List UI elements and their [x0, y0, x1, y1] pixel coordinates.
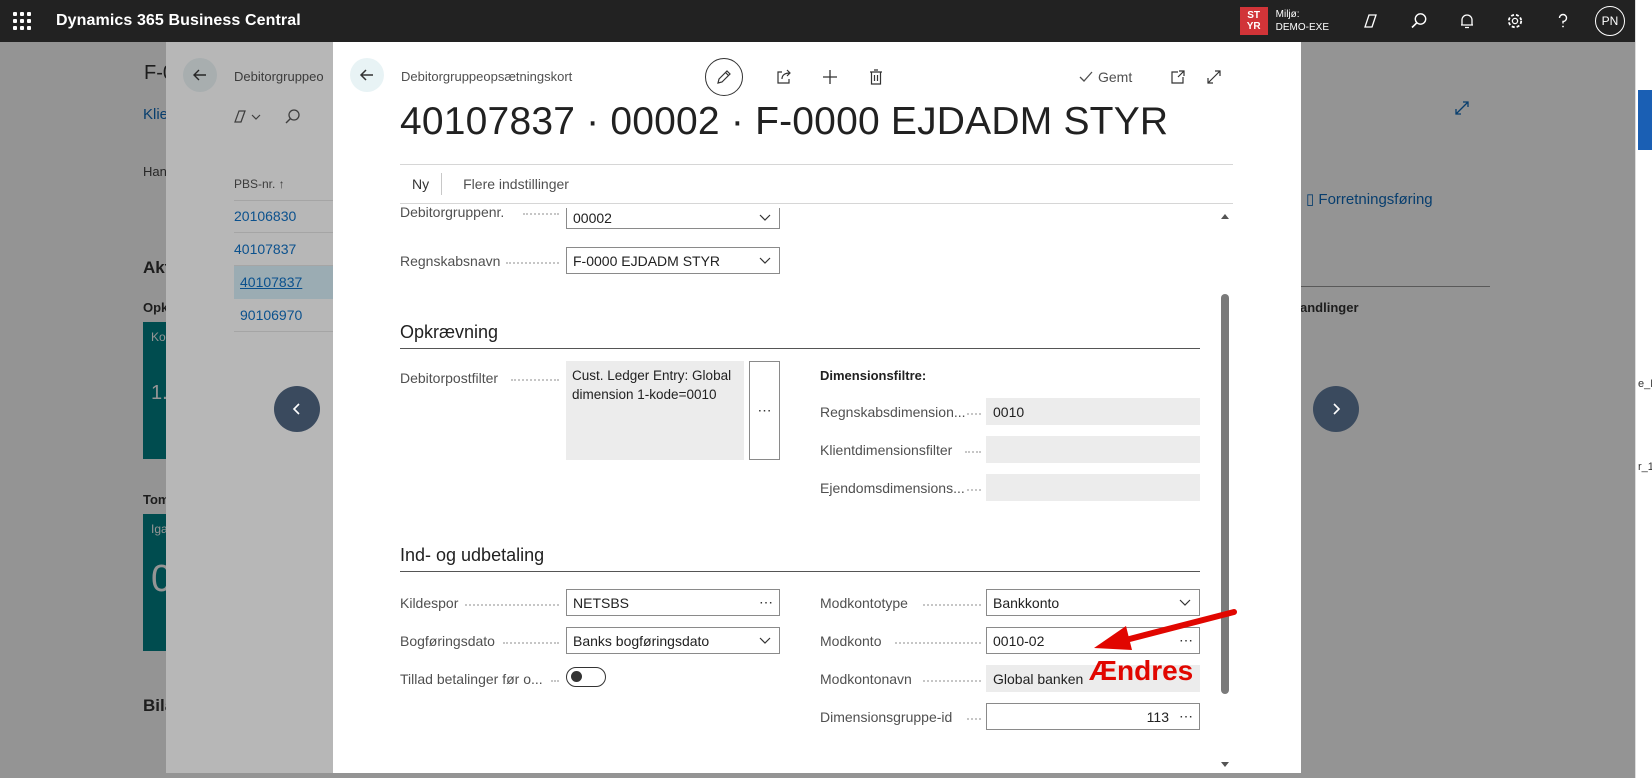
back-button[interactable] — [350, 58, 384, 92]
copilot-button[interactable] — [1347, 0, 1395, 42]
checkmark-icon — [1079, 71, 1093, 82]
page-title: 40107837 · 00002 · F-0000 EJDADM STYR — [400, 100, 1169, 143]
ellipsis-icon: ⋯ — [757, 402, 772, 418]
app-title[interactable]: Dynamics 365 Business Central — [56, 12, 301, 30]
open-in-new-window-icon — [1171, 70, 1185, 84]
section-ind-udbetaling[interactable]: Ind- og udbetaling — [400, 545, 1200, 572]
regnskabsdim-label: Regnskabsdimension... — [820, 404, 966, 420]
plus-icon — [823, 70, 837, 84]
debitorpostfilter-field[interactable]: Cust. Ledger Entry: Global dimension 1-k… — [566, 361, 744, 460]
saved-status: Gemt — [1078, 69, 1132, 85]
ejendomsdim-label: Ejendomsdimensions... — [820, 480, 965, 496]
debitorgruppenr-label: Debitorgruppenr. — [400, 204, 505, 220]
bell-icon — [1461, 14, 1473, 29]
edit-button[interactable] — [705, 58, 743, 96]
new-button[interactable] — [813, 60, 847, 94]
share-button[interactable] — [767, 60, 801, 94]
open-new-window-button[interactable] — [1161, 60, 1195, 94]
chevron-down-icon — [757, 253, 773, 269]
ellipsis-icon[interactable]: ⋯ — [759, 594, 773, 611]
kildespor-field[interactable]: NETSBS ⋯ — [566, 589, 780, 616]
chevron-left-icon — [292, 403, 300, 415]
scroll-up-icon — [1221, 214, 1229, 219]
waffle-icon — [13, 12, 31, 30]
annotation-label: Ændres — [1089, 655, 1194, 686]
dimensionsfiltre-label: Dimensionsfiltre: — [820, 368, 927, 383]
klientdim-label: Klientdimensionsfilter — [820, 442, 953, 458]
arrow-left-icon — [359, 69, 373, 81]
question-icon — [1558, 13, 1568, 28]
bogforingsdato-label: Bogføringsdato — [400, 633, 495, 649]
debitorgruppenr-field[interactable]: 00002 — [566, 208, 780, 229]
copilot-icon — [1364, 14, 1377, 28]
regnskabsdim-field[interactable]: 0010 — [986, 398, 1200, 425]
chevron-down-icon — [757, 210, 773, 226]
section-opkraevning[interactable]: Opkrævning — [400, 322, 1200, 349]
delete-button[interactable] — [859, 60, 893, 94]
klientdim-field[interactable] — [986, 436, 1200, 463]
ellipsis-icon[interactable]: ⋯ — [1179, 708, 1193, 725]
settings-button[interactable] — [1491, 0, 1539, 42]
action-bar: Ny Flere indstillinger — [400, 164, 1233, 204]
tillad-betalinger-toggle[interactable] — [566, 667, 606, 687]
top-bar: Dynamics 365 Business Central ST YR Milj… — [0, 0, 1635, 42]
bogforingsdato-field[interactable]: Banks bogføringsdato — [566, 627, 780, 654]
share-icon — [777, 69, 791, 84]
search-icon — [1411, 13, 1427, 29]
next-record-button[interactable] — [1313, 386, 1359, 432]
dimensionsgruppe-field[interactable]: 113 ⋯ — [986, 703, 1200, 730]
app-launcher-button[interactable] — [0, 0, 44, 42]
tillad-betalinger-label: Tillad betalinger før o... — [400, 671, 543, 687]
gear-icon — [1507, 13, 1523, 29]
breadcrumb: Debitorgruppeopsætningskort — [401, 69, 573, 84]
annotation-arrow-icon — [1094, 609, 1237, 650]
content-scrollbar[interactable] — [1220, 208, 1230, 773]
notifications-button[interactable] — [1443, 0, 1491, 42]
ejendomsdim-field[interactable] — [986, 474, 1200, 501]
expand-button[interactable] — [1197, 60, 1231, 94]
previous-record-button[interactable] — [274, 386, 320, 432]
user-avatar[interactable]: PN — [1595, 6, 1625, 36]
debitorpostfilter-label: Debitorpostfilter — [400, 370, 499, 386]
kildespor-label: Kildespor — [400, 595, 459, 611]
regnskabsnavn-field[interactable]: F-0000 EJDADM STYR — [566, 247, 780, 274]
regnskabsnavn-label: Regnskabsnavn — [400, 253, 501, 269]
right-edge-strip: e_D r_1 — [1635, 0, 1652, 778]
tab-ny[interactable]: Ny — [400, 176, 441, 192]
expand-icon — [1207, 70, 1221, 84]
search-button[interactable] — [1395, 0, 1443, 42]
environment-info[interactable]: Miljø: DEMO-EXE — [1276, 8, 1329, 34]
chevron-right-icon — [1333, 403, 1341, 415]
modkontotype-label: Modkontotype — [820, 595, 908, 611]
environment-badge[interactable]: ST YR — [1239, 7, 1268, 35]
modkonto-label: Modkonto — [820, 633, 882, 649]
trash-icon — [870, 69, 882, 85]
chevron-down-icon — [757, 633, 773, 649]
pencil-icon — [717, 70, 731, 84]
dimensionsgruppe-label: Dimensionsgruppe-id — [820, 709, 953, 725]
modkontonavn-label: Modkontonavn — [820, 671, 912, 687]
tab-more-options[interactable]: Flere indstillinger — [442, 176, 581, 192]
debitorpostfilter-assist-button[interactable]: ⋯ — [749, 361, 780, 460]
scroll-down-icon — [1221, 762, 1229, 767]
help-button[interactable] — [1539, 0, 1587, 42]
